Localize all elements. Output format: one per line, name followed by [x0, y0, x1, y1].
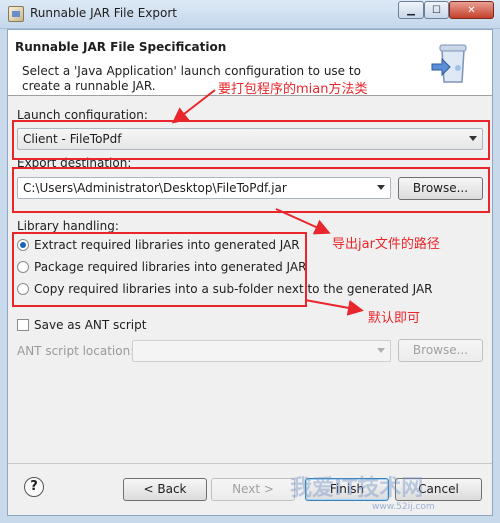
close-icon: ✕	[467, 4, 476, 16]
export-destination-input[interactable]: C:\Users\Administrator\Desktop\FileToPdf…	[17, 177, 391, 199]
radio-package-libraries[interactable]: Package required libraries into generate…	[17, 259, 306, 275]
title-bar: Runnable JAR File Export ▁ ☐ ✕	[0, 0, 500, 29]
annotation-jar-path: 导出jar文件的路径	[332, 237, 440, 252]
window-title: Runnable JAR File Export	[30, 6, 177, 20]
dialog-body: Runnable JAR File Specification Select a…	[7, 29, 493, 516]
watermark-text: 我爱IT技术网	[290, 476, 424, 501]
minimize-button[interactable]: ▁	[398, 1, 424, 19]
watermark-url: www.52ij.com	[372, 502, 435, 512]
export-destination-value: C:\Users\Administrator\Desktop\FileToPdf…	[23, 181, 287, 195]
checkbox-label: Save as ANT script	[34, 318, 147, 332]
ant-script-location-label: ANT script location:	[17, 344, 135, 358]
radio-label: Extract required libraries into generate…	[34, 238, 300, 252]
radio-copy-libraries[interactable]: Copy required libraries into a sub-folde…	[17, 281, 433, 297]
help-button[interactable]: ?	[24, 477, 44, 497]
radio-button	[17, 283, 29, 295]
footer-divider	[8, 463, 492, 464]
next-button[interactable]: Next >	[211, 478, 295, 501]
launch-configuration-label: Launch configuration:	[17, 108, 148, 122]
launch-configuration-value: Client - FileToPdf	[23, 132, 122, 146]
library-handling-label: Library handling:	[17, 219, 119, 233]
export-destination-label: Export destination:	[17, 156, 132, 170]
chevron-down-icon	[377, 348, 385, 353]
launch-configuration-select[interactable]: Client - FileToPdf	[17, 128, 483, 150]
chevron-down-icon	[377, 185, 385, 190]
minimize-icon: ▁	[407, 4, 415, 16]
checkbox	[17, 319, 29, 331]
radio-label: Package required libraries into generate…	[34, 260, 307, 274]
radio-button	[17, 261, 29, 273]
maximize-button[interactable]: ☐	[424, 1, 449, 19]
back-button[interactable]: < Back	[123, 478, 207, 501]
jar-export-icon	[8, 6, 24, 22]
radio-extract-libraries[interactable]: Extract required libraries into generate…	[17, 237, 300, 253]
maximize-icon: ☐	[432, 4, 441, 16]
close-button[interactable]: ✕	[449, 1, 494, 19]
export-browse-button[interactable]: Browse...	[398, 177, 483, 200]
radio-button	[17, 239, 29, 251]
chevron-down-icon	[469, 136, 477, 141]
save-ant-script-checkbox[interactable]: Save as ANT script	[17, 317, 146, 333]
radio-label: Copy required libraries into a sub-folde…	[34, 282, 433, 296]
ant-browse-button[interactable]: Browse...	[398, 339, 483, 362]
jar-wizard-icon	[431, 44, 467, 83]
annotation-default: 默认即可	[368, 311, 421, 326]
page-title: Runnable JAR File Specification	[15, 40, 227, 54]
ant-script-location-input[interactable]	[132, 340, 391, 362]
annotation-main-method: 要打包程序的mian方法类	[218, 82, 368, 97]
